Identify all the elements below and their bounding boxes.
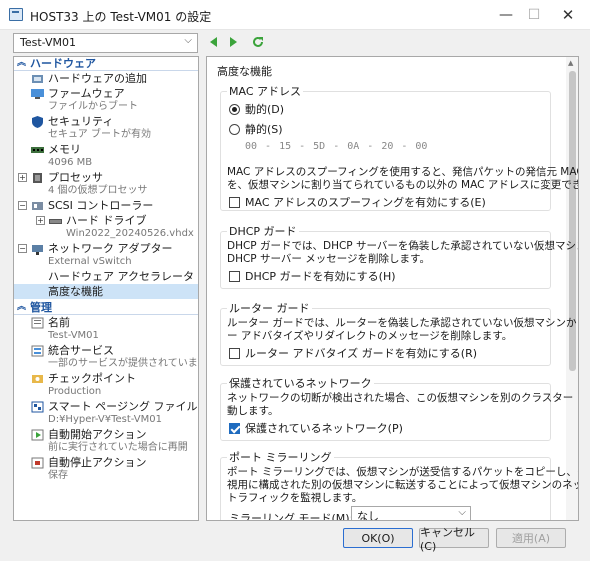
router-guard-checkbox[interactable]: [229, 347, 240, 359]
auto-stop-icon: [31, 457, 44, 469]
dhcp-guard-group: DHCP ガード DHCP ガードでは、DHCP サーバーを偽装した承認されてい…: [220, 225, 578, 289]
protected-description: ネットワークの切断が検出された場合、この仮想マシンを別のクラスター ノードに移 …: [227, 392, 578, 417]
collapse-chevron-icon: ︽: [17, 302, 27, 312]
management-section-header[interactable]: ︽ 管理: [14, 301, 198, 315]
processor-icon: [33, 173, 42, 183]
protected-network-checkbox[interactable]: [229, 422, 240, 434]
scsi-controller-icon: [32, 202, 43, 210]
mac-static-radio[interactable]: [229, 123, 240, 135]
collapse-icon[interactable]: −: [18, 201, 27, 210]
mac-address-fields: 00- 15- 5D - 0A - 20- 00: [245, 141, 428, 152]
collapse-icon[interactable]: −: [18, 244, 27, 253]
chevron-down-icon: ⌵: [458, 507, 466, 518]
toolbar: Test-VM01 ⌵: [0, 30, 590, 56]
tree-item-advanced-features[interactable]: 高度な機能: [14, 284, 198, 299]
tree-item-hardware-accelerator[interactable]: ハードウェア アクセラレータ: [14, 269, 198, 284]
memory-icon: [31, 147, 44, 153]
tree-item-security[interactable]: セキュリティ セキュア ブートが有効: [14, 114, 198, 142]
port-mirroring-label: ポート ミラーリング: [227, 451, 334, 464]
router-guard-group: ルーター ガード ルーター ガードでは、ルーターを偽装した承認されていない仮想マ…: [220, 302, 578, 366]
mirroring-mode-value: なし: [357, 510, 379, 521]
dhcp-description: DHCP ガードでは、DHCP サーバーを偽装した承認されていない仮想マシンから…: [227, 240, 579, 265]
window-title: HOST33 上の Test-VM01 の設定: [30, 10, 212, 24]
tree-item-add-hardware[interactable]: ハードウェアの追加: [14, 71, 198, 86]
tree-item-auto-start[interactable]: 自動開始アクション 前に実行されていた場合に再開: [14, 427, 198, 455]
tree-item-processor[interactable]: + プロセッサ 4 個の仮想プロセッサ: [14, 170, 198, 198]
chevron-down-icon: ⌵: [184, 35, 192, 46]
tree-item-scsi-controller[interactable]: − SCSI コントローラー: [14, 198, 198, 213]
network-adapter-icon: [32, 245, 43, 255]
panel-title: 高度な機能: [217, 65, 272, 78]
close-button[interactable]: ✕: [546, 0, 590, 30]
expand-icon[interactable]: +: [36, 216, 45, 225]
router-description: ルーター ガードでは、ルーターを偽装した承認されていない仮想マシンからのルータ …: [227, 317, 578, 342]
mac-address-label: MAC アドレス: [227, 85, 303, 98]
mac-octet: 15: [279, 141, 292, 152]
protected-network-check-row[interactable]: 保護されているネットワーク(P): [229, 420, 403, 436]
tree-item-integration-services[interactable]: 統合サービス 一部のサービスが提供されています: [14, 343, 198, 371]
mac-octet: 00: [245, 141, 258, 152]
tree-item-smart-paging[interactable]: スマート ページング ファイルの場所 D:¥Hyper-V¥Test-VM01: [14, 399, 198, 427]
vertical-scrollbar[interactable]: ▲: [566, 57, 578, 520]
dhcp-guard-label: DHCP ガード: [227, 225, 299, 238]
mac-spoof-checkbox[interactable]: [229, 196, 240, 208]
mac-dynamic-radio[interactable]: [229, 103, 240, 115]
tree-item-firmware[interactable]: ファームウェア ファイルからブート: [14, 86, 198, 114]
shield-icon: [32, 116, 43, 128]
expand-icon[interactable]: +: [18, 173, 27, 182]
vm-select-value: Test-VM01: [20, 36, 76, 49]
mac-spoof-check-row[interactable]: MAC アドレスのスプーフィングを有効にする(E): [229, 194, 486, 210]
cancel-button[interactable]: キャンセル(C): [419, 526, 489, 553]
integration-services-icon: [31, 345, 44, 357]
hardware-section-header[interactable]: ︽ ハードウェア: [14, 57, 198, 71]
tree-item-checkpoint[interactable]: チェックポイント Production: [14, 371, 198, 399]
port-mirroring-group: ポート ミラーリング ポート ミラーリングでは、仮想マシンが送受信するパケットを…: [220, 451, 578, 521]
checkpoint-icon: [32, 375, 43, 383]
settings-window-icon: [9, 8, 23, 21]
back-arrow-icon[interactable]: [207, 35, 221, 49]
tree-item-memory[interactable]: メモリ 4096 MB: [14, 142, 198, 170]
advanced-features-panel: 高度な機能 ▲ MAC アドレス 動的(D) 静的(S) 00- 15- 5D -…: [206, 56, 579, 521]
mirroring-mode-label: ミラーリング モード(M):: [229, 512, 354, 521]
auto-start-icon: [31, 429, 44, 441]
collapse-chevron-icon: ︽: [17, 58, 27, 68]
refresh-icon[interactable]: [251, 35, 265, 49]
tree-item-hard-drive[interactable]: + ハード ドライブ Win2022_20240526.vhdx: [14, 213, 198, 241]
title-bar: HOST33 上の Test-VM01 の設定 — ☐ ✕: [0, 0, 590, 30]
vm-select[interactable]: Test-VM01 ⌵: [13, 33, 198, 53]
mirroring-mode-row: ミラーリング モード(M):: [229, 510, 354, 521]
mac-octet: 5D: [313, 141, 326, 152]
add-hardware-icon: [32, 75, 43, 83]
apply-button[interactable]: 適用(A): [496, 528, 566, 548]
tree-item-auto-stop[interactable]: 自動停止アクション 保存: [14, 455, 198, 483]
protected-network-group: 保護されているネットワーク ネットワークの切断が検出された場合、この仮想マシンを…: [220, 377, 578, 441]
mac-octet: 00: [415, 141, 428, 152]
dhcp-guard-checkbox[interactable]: [229, 270, 240, 282]
smart-paging-icon: [31, 401, 44, 413]
mac-dynamic-radio-row[interactable]: 動的(D): [229, 101, 284, 117]
name-icon: [31, 317, 44, 329]
mirroring-mode-select[interactable]: なし ⌵: [351, 506, 471, 521]
mac-static-radio-row[interactable]: 静的(S): [229, 121, 283, 137]
firmware-icon: [31, 89, 44, 99]
mirroring-description: ポート ミラーリングでは、仮想マシンが送受信するパケットをコピーし、そのコピーを…: [227, 466, 578, 504]
forward-arrow-icon[interactable]: [226, 35, 240, 49]
hard-drive-icon: [49, 219, 62, 224]
router-guard-check-row[interactable]: ルーター アドバタイズ ガードを有効にする(R): [229, 345, 477, 361]
router-guard-label: ルーター ガード: [227, 302, 312, 315]
protected-network-label: 保護されているネットワーク: [227, 377, 374, 390]
tree-item-network-adapter[interactable]: − ネットワーク アダプター External vSwitch: [14, 241, 198, 269]
scroll-up-icon[interactable]: ▲: [568, 59, 573, 67]
ok-button[interactable]: OK(O): [343, 528, 413, 548]
mac-octet: 0A: [347, 141, 360, 152]
settings-tree: ︽ ハードウェア ハードウェアの追加 ファームウェア ファイルからブート セキュ…: [13, 56, 199, 521]
mac-octet: 20: [381, 141, 394, 152]
tree-item-name[interactable]: 名前 Test-VM01: [14, 315, 198, 343]
dhcp-guard-check-row[interactable]: DHCP ガードを有効にする(H): [229, 268, 396, 284]
mac-description: MAC アドレスのスプーフィングを使用すると、発信パケットの発信元 MAC アド…: [227, 166, 579, 191]
mac-address-group: MAC アドレス 動的(D) 静的(S) 00- 15- 5D - 0A - 20-…: [220, 85, 578, 211]
